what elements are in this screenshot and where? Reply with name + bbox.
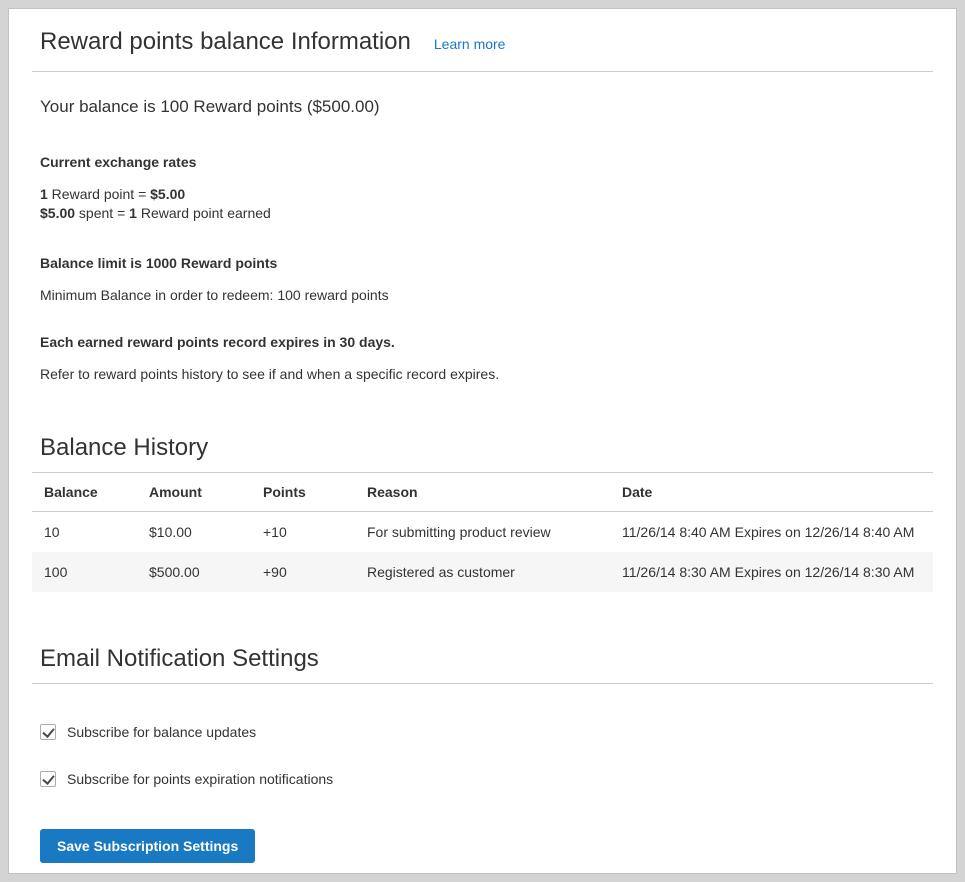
- cell-reason: Registered as customer: [357, 552, 612, 592]
- rate-line-spend: $5.00 spent = 1 Reward point earned: [40, 204, 933, 223]
- email-settings-heading: Email Notification Settings: [40, 645, 933, 673]
- balance-updates-label: Subscribe for balance updates: [67, 724, 256, 740]
- column-header-reason: Reason: [357, 473, 612, 512]
- balance-history-section: Balance History Balance Amount Points Re…: [32, 434, 933, 592]
- cell-balance: 10: [32, 512, 139, 553]
- rate-points-value: 1: [40, 186, 48, 202]
- rate-line-text: Reward point =: [48, 186, 150, 202]
- cell-date: 11/26/14 8:30 AM Expires on 12/26/14 8:3…: [612, 552, 933, 592]
- balance-message: Your balance is 100 Reward points ($500.…: [40, 97, 933, 117]
- points-expiration-checkbox[interactable]: [40, 771, 56, 787]
- table-row: 100 $500.00 +90 Registered as customer 1…: [32, 552, 933, 592]
- rate-line-earn: 1 Reward point = $5.00: [40, 185, 933, 204]
- column-header-points: Points: [253, 473, 357, 512]
- spend-line-suffix: Reward point earned: [137, 205, 271, 221]
- cell-reason: For submitting product review: [357, 512, 612, 553]
- spend-currency-value: $5.00: [40, 205, 75, 221]
- learn-more-link[interactable]: Learn more: [434, 36, 506, 52]
- table-header-row: Balance Amount Points Reason Date: [32, 473, 933, 512]
- page-title-row: Reward points balance Information Learn …: [32, 28, 933, 72]
- rate-currency-value: $5.00: [150, 186, 185, 202]
- spend-points-value: 1: [129, 205, 137, 221]
- minimum-balance-text: Minimum Balance in order to redeem: 100 …: [40, 287, 933, 303]
- balance-history-table: Balance Amount Points Reason Date 10 $10…: [32, 473, 933, 592]
- email-settings-heading-row: Email Notification Settings: [32, 645, 933, 684]
- page-background: Reward points balance Information Learn …: [0, 0, 965, 882]
- reward-points-card: Reward points balance Information Learn …: [8, 8, 957, 874]
- cell-points: +10: [253, 512, 357, 553]
- column-header-balance: Balance: [32, 473, 139, 512]
- cell-points: +90: [253, 552, 357, 592]
- balance-limit-text: Balance limit is 1000 Reward points: [40, 255, 933, 271]
- exchange-rates-heading: Current exchange rates: [40, 154, 933, 170]
- points-expiration-label: Subscribe for points expiration notifica…: [67, 771, 333, 787]
- cell-balance: 100: [32, 552, 139, 592]
- page-title: Reward points balance Information: [40, 28, 411, 56]
- cell-amount: $500.00: [139, 552, 253, 592]
- balance-history-heading-row: Balance History: [32, 434, 933, 473]
- column-header-amount: Amount: [139, 473, 253, 512]
- points-expiration-option: Subscribe for points expiration notifica…: [40, 771, 933, 787]
- exchange-rates-lines: 1 Reward point = $5.00 $5.00 spent = 1 R…: [40, 185, 933, 223]
- expiry-rule-text: Each earned reward points record expires…: [40, 334, 933, 350]
- cell-date: 11/26/14 8:40 AM Expires on 12/26/14 8:4…: [612, 512, 933, 553]
- table-row: 10 $10.00 +10 For submitting product rev…: [32, 512, 933, 553]
- balance-updates-option: Subscribe for balance updates: [40, 724, 933, 740]
- balance-updates-checkbox[interactable]: [40, 724, 56, 740]
- email-settings-section: Email Notification Settings Subscribe fo…: [32, 645, 933, 863]
- spend-line-text: spent =: [75, 205, 129, 221]
- exchange-rates-section: Current exchange rates 1 Reward point = …: [40, 154, 933, 382]
- save-subscription-settings-button[interactable]: Save Subscription Settings: [40, 829, 255, 863]
- cell-amount: $10.00: [139, 512, 253, 553]
- column-header-date: Date: [612, 473, 933, 512]
- balance-history-heading: Balance History: [40, 434, 933, 462]
- expiry-note-text: Refer to reward points history to see if…: [40, 366, 933, 382]
